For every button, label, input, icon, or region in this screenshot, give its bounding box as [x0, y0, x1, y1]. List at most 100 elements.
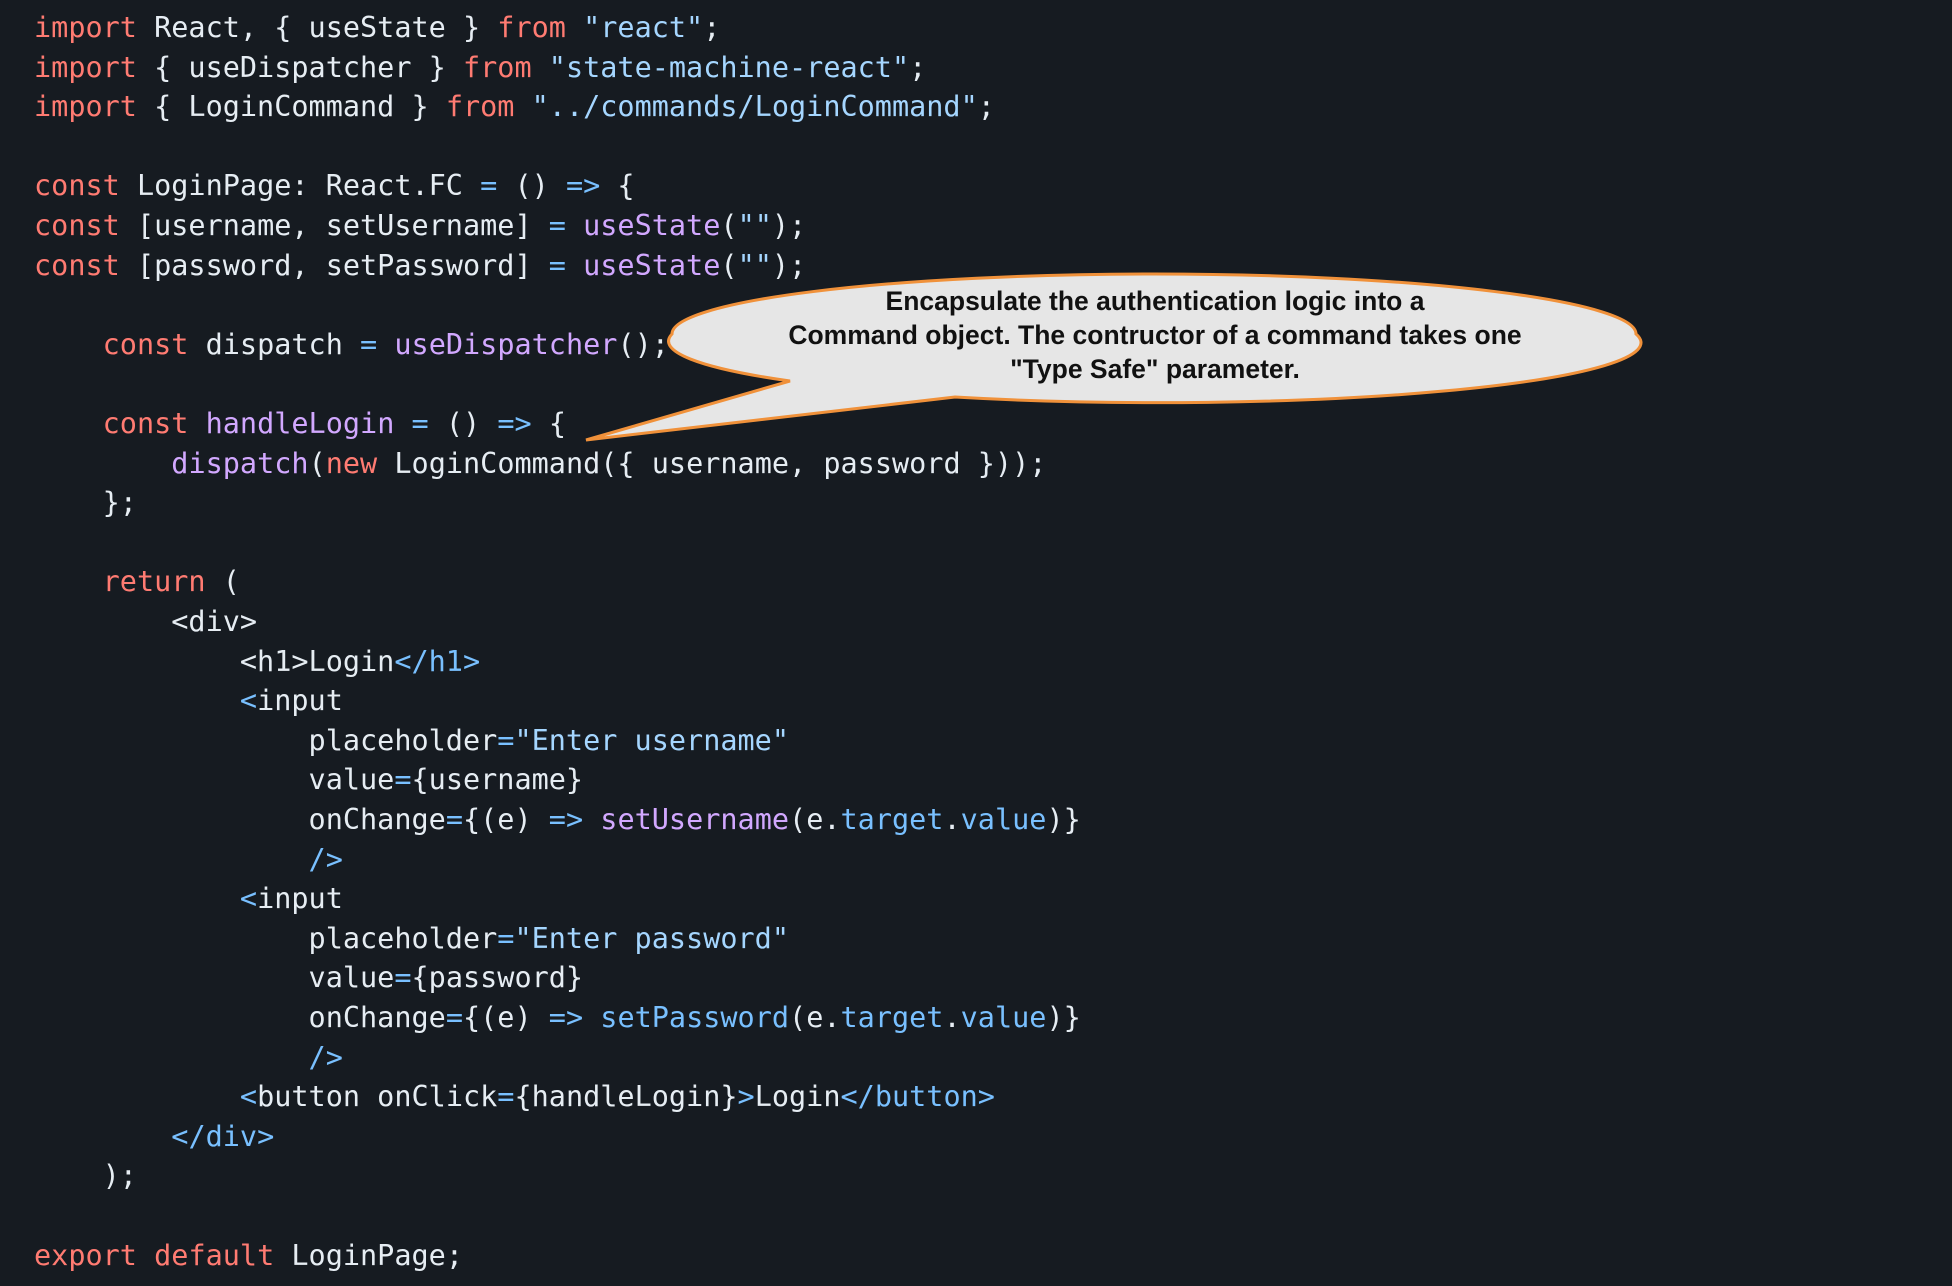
code-token: useState [583, 209, 721, 242]
code-token: ); [771, 248, 807, 282]
code-editor: import React, { useState } from "react";… [0, 0, 1952, 1286]
code-line: <h1>Login</h1> [34, 642, 480, 682]
code-token: onChange [34, 803, 446, 836]
code-token: {handleLogin} [514, 1080, 738, 1114]
code-token: < [239, 684, 258, 718]
code-token: => [497, 407, 532, 440]
code-line: const LoginPage: React.FC = () => { [34, 166, 635, 206]
code-token: target [840, 803, 944, 836]
code-token: useDispatcher [394, 327, 618, 361]
code-token: value [34, 961, 395, 995]
code-token: </div> [171, 1119, 275, 1153]
code-line: value={password} [34, 958, 584, 998]
code-token: > [737, 1080, 755, 1114]
code-token: "" [737, 248, 772, 282]
code-token: ( [720, 248, 738, 282]
code-line: onChange={(e) => setPassword(e.target.va… [34, 998, 1081, 1038]
code-token: { LoginCommand } [136, 90, 446, 124]
code-token: useState [583, 248, 721, 282]
code-token: ( [720, 209, 738, 242]
code-line: const handleLogin = () => { [34, 404, 566, 444]
code-token: from [462, 50, 532, 84]
code-token: value [34, 763, 395, 797]
code-token: dispatch [171, 446, 309, 480]
code-line: export default LoginPage; [34, 1236, 463, 1276]
code-line: onChange={(e) => setUsername(e.target.va… [34, 800, 1081, 840]
code-token: const [102, 327, 189, 361]
code-line: placeholder="Enter username" [34, 721, 789, 761]
code-token: = [497, 723, 515, 757]
code-token: const [102, 407, 189, 440]
code-token: export [34, 1238, 137, 1272]
code-token: < [239, 882, 258, 916]
code-token: "react" [583, 11, 704, 44]
code-token: )} [1046, 1001, 1081, 1034]
code-token: Login [754, 1080, 841, 1114]
code-token: (); [617, 327, 669, 361]
code-token: </button> [840, 1080, 995, 1114]
code-token: ; [703, 11, 721, 44]
code-token: new [325, 446, 378, 480]
code-line: <button onClick={handleLogin}>Login</but… [34, 1077, 995, 1117]
code-line: import { LoginCommand } from "../command… [34, 87, 995, 127]
code-token: LoginPage; [274, 1238, 463, 1272]
code-token: from [445, 90, 515, 124]
code-token: )} [1046, 803, 1081, 836]
code-token: {password} [411, 961, 584, 995]
code-token: <h1>Login [34, 644, 395, 678]
code-token: ; [977, 90, 995, 124]
code-token: = [445, 1001, 463, 1034]
code-line: <input [34, 879, 343, 919]
code-token: { [600, 169, 635, 203]
code-line: /> [34, 840, 343, 880]
code-token: setUsername [600, 803, 790, 836]
code-token: = [360, 327, 378, 361]
code-token: [username, setUsername] [119, 209, 549, 242]
code-token: ( [205, 565, 240, 599]
code-token: handleLogin [205, 407, 395, 440]
code-token: = [411, 407, 429, 440]
code-line: ); [34, 1156, 137, 1196]
callout-line-3: "Type Safe" parameter. [1010, 354, 1300, 384]
code-line: </div> [34, 1117, 274, 1157]
code-token: onChange [34, 1001, 446, 1034]
code-token: . [943, 1001, 961, 1034]
code-line: const [password, setPassword] = useState… [34, 246, 806, 286]
callout-line-2: Command object. The contructor of a comm… [788, 320, 1522, 350]
code-line: return ( [34, 562, 240, 602]
code-token: from [497, 11, 566, 44]
code-token: => [565, 169, 601, 203]
code-token: => [548, 1001, 584, 1034]
code-token: input [257, 882, 343, 916]
code-token: return [102, 565, 206, 599]
code-token: . [943, 803, 961, 836]
code-token: ( [308, 446, 326, 480]
code-line: const dispatch = useDispatcher(); [34, 325, 669, 365]
code-token: (e. [789, 803, 841, 836]
code-token: () [428, 407, 498, 440]
code-token: ); [34, 1159, 137, 1193]
code-token: [password, setPassword] [119, 248, 549, 282]
code-token: = [548, 248, 566, 282]
code-token: = [445, 803, 463, 836]
code-line: placeholder="Enter password" [34, 919, 789, 959]
code-token: </h1> [394, 644, 481, 678]
code-line: import React, { useState } from "react"; [34, 8, 720, 48]
code-token: placeholder [34, 723, 498, 757]
code-token: "../commands/LoginCommand" [531, 90, 978, 124]
code-token: = [497, 1080, 515, 1114]
